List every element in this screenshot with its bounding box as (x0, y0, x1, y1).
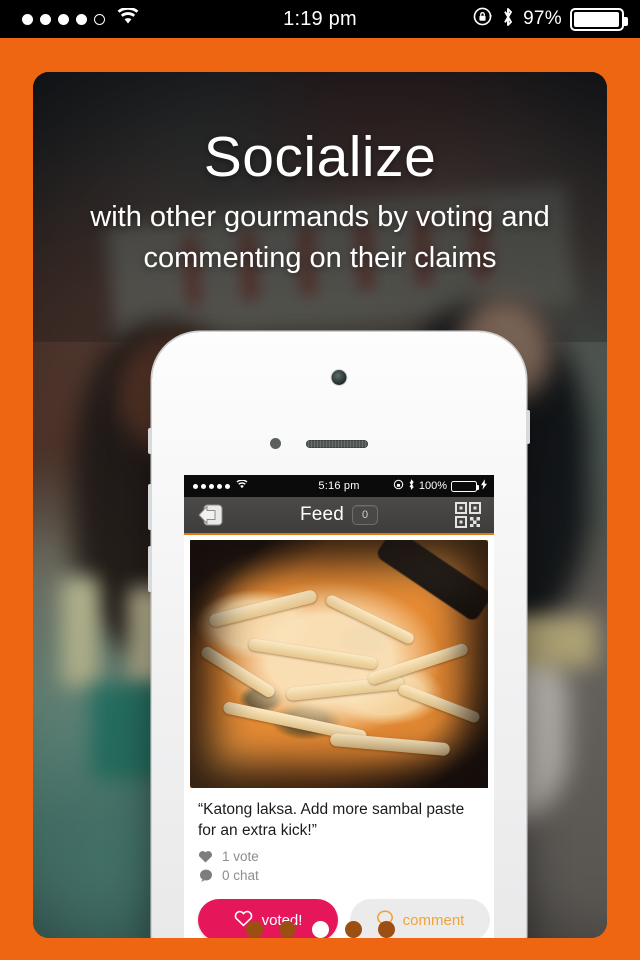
chat-count-label: 0 chat (222, 868, 259, 884)
proximity-sensor-icon (270, 438, 281, 449)
volume-down-button (148, 546, 152, 592)
status-right-group: 97% (472, 6, 628, 33)
slide-title: Socialize (203, 125, 437, 189)
mute-switch (148, 428, 152, 454)
post-stats: 1 vote 0 chat (184, 841, 494, 885)
slide-subtitle-line-1: with other gourmands by voting and (90, 201, 550, 234)
app-status-right-group: 100% (393, 479, 487, 493)
slide-image-card: Socialize with other gourmands by voting… (33, 72, 607, 938)
page-dot-2[interactable] (278, 921, 296, 938)
page-title: Feed (299, 504, 345, 525)
page-dot-5[interactable] (377, 921, 395, 938)
app-navbar: Feed 0 (184, 497, 494, 535)
phone-screen: 5:16 pm 100% Feed 0 “Katong laksa. Add m… (184, 475, 494, 938)
vote-count-label: 1 vote (222, 849, 259, 865)
battery-fill (574, 11, 619, 27)
bluetooth-icon (408, 479, 415, 493)
charging-bolt-icon (481, 479, 487, 493)
qr-code-icon[interactable] (454, 501, 482, 529)
app-status-bar: 5:16 pm 100% (184, 475, 494, 497)
post-photo[interactable] (190, 540, 488, 788)
onboarding-slide: Socialize with other gourmands by voting… (0, 38, 640, 960)
os-status-bar: 1:19 pm 97% (0, 0, 640, 38)
volume-up-button (148, 484, 152, 530)
navbar-title-group: Feed 0 (184, 504, 494, 526)
heart-filled-icon (198, 850, 213, 863)
battery-percent-label: 97% (523, 8, 562, 29)
battery-icon (570, 7, 628, 31)
slide-headline: Socialize with other gourmands by voting… (33, 128, 607, 277)
chat-bubble-filled-icon (198, 869, 213, 883)
battery-charging-icon (451, 480, 479, 492)
page-dot-3-active[interactable] (311, 921, 329, 938)
rotation-lock-icon (393, 479, 404, 493)
app-battery-percent-label: 100% (418, 480, 447, 492)
front-camera-icon (331, 370, 347, 385)
vote-stat-row: 1 vote (198, 847, 480, 866)
phone-mockup: 5:16 pm 100% Feed 0 “Katong laksa. Add m… (148, 332, 530, 938)
post-caption: “Katong laksa. Add more sambal paste for… (198, 801, 465, 839)
earpiece-speaker-icon (306, 440, 368, 448)
bluetooth-icon (501, 6, 515, 33)
pagination-dots (0, 921, 640, 938)
slide-subtitle-line-2: commenting on their claims (143, 241, 497, 274)
page-dot-1[interactable] (245, 921, 263, 938)
page-dot-4[interactable] (344, 921, 362, 938)
chat-stat-row: 0 chat (198, 866, 480, 885)
power-button (526, 410, 530, 444)
feed-count-badge: 0 (352, 505, 379, 525)
rotation-lock-icon (472, 6, 493, 32)
